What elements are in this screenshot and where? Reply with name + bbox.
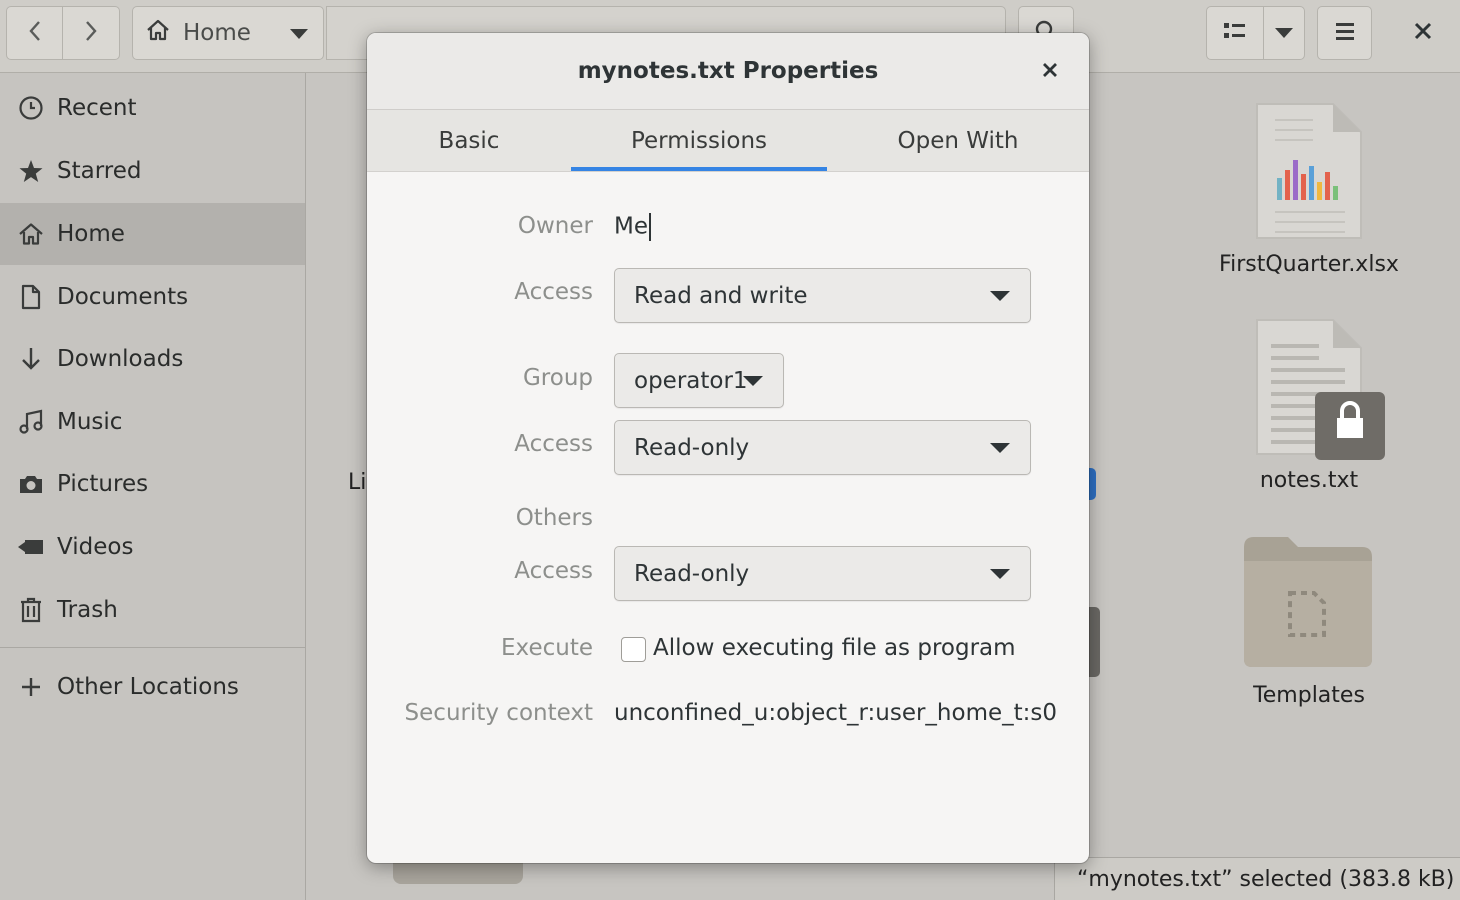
security-context-label: Security context [404, 700, 593, 726]
document-icon [16, 284, 46, 310]
properties-dialog: mynotes.txt Properties Basic Permissions… [367, 33, 1089, 863]
dialog-tabs: Basic Permissions Open With [367, 110, 1089, 172]
chevron-left-icon [26, 19, 44, 47]
window-close-button[interactable] [1398, 10, 1448, 56]
folder-icon-edge [393, 860, 523, 884]
main-menu-button[interactable] [1317, 6, 1372, 60]
sidebar-item-home[interactable]: Home [0, 203, 305, 265]
sidebar-item-music[interactable]: Music [0, 391, 305, 453]
sidebar-separator [0, 647, 305, 648]
locked-text-file-icon [1253, 316, 1387, 468]
view-list-button[interactable] [1206, 6, 1264, 60]
others-access-dropdown[interactable]: Read-only [614, 546, 1031, 601]
view-options-button[interactable] [1263, 6, 1305, 60]
chevron-right-icon [82, 19, 100, 47]
dialog-titlebar: mynotes.txt Properties [367, 33, 1089, 110]
sidebar-item-label: Videos [57, 534, 134, 560]
owner-value-text: Me [614, 213, 648, 240]
file-item-notes[interactable]: notes.txt [1208, 316, 1410, 506]
sidebar-item-other-locations[interactable]: Other Locations [0, 656, 305, 718]
others-label: Others [515, 505, 593, 531]
group-value: operator1 [634, 367, 748, 394]
file-name: notes.txt [1259, 468, 1359, 493]
sidebar-item-label: Trash [57, 597, 118, 623]
sidebar-item-trash[interactable]: Trash [0, 579, 305, 641]
music-note-icon [16, 409, 46, 435]
sidebar: Recent Starred Home Documents Downloads … [0, 73, 306, 900]
sidebar-item-label: Other Locations [57, 674, 239, 700]
plus-icon [16, 676, 46, 698]
sidebar-item-label: Starred [57, 158, 142, 184]
file-item-firstquarter[interactable]: FirstQuarter.xlsx [1208, 100, 1410, 290]
dropdown-arrow-icon [990, 291, 1010, 301]
security-context-value: unconfined_u:object_r:user_home_t:s0 [614, 700, 1058, 726]
dialog-close-button[interactable] [1035, 56, 1065, 86]
dialog-title: mynotes.txt Properties [577, 58, 879, 84]
dropdown-arrow-icon [990, 443, 1010, 453]
owner-label: Owner [517, 213, 593, 239]
sidebar-item-label: Downloads [57, 346, 184, 372]
sidebar-item-documents[interactable]: Documents [0, 266, 305, 328]
tab-permissions[interactable]: Permissions [571, 110, 827, 171]
execute-label: Execute [501, 635, 593, 661]
hamburger-menu-icon [1335, 21, 1355, 45]
execute-checkbox[interactable] [621, 637, 646, 662]
dropdown-arrow-icon [990, 569, 1010, 579]
path-home-button[interactable]: Home [132, 6, 324, 60]
home-icon [145, 18, 171, 48]
templates-folder-icon [1242, 535, 1376, 677]
back-button[interactable] [6, 6, 63, 60]
owner-access-label: Access [514, 279, 593, 305]
path-label: Home [183, 20, 251, 46]
list-view-icon [1223, 21, 1247, 45]
trash-icon [16, 597, 46, 623]
sidebar-item-videos[interactable]: Videos [0, 516, 305, 578]
status-bar: “mynotes.txt” selected (383.8 kB) [1054, 857, 1460, 900]
video-camera-icon [16, 537, 46, 557]
sidebar-item-downloads[interactable]: Downloads [0, 328, 305, 390]
forward-button[interactable] [62, 6, 120, 60]
file-icon-edge [1088, 607, 1100, 677]
chevron-down-icon [1274, 24, 1294, 43]
group-label: Group [522, 365, 593, 391]
group-access-dropdown[interactable]: Read-only [614, 420, 1031, 475]
group-access-value: Read-only [634, 434, 750, 461]
sidebar-item-label: Home [57, 221, 125, 247]
chevron-down-icon [289, 20, 309, 46]
group-dropdown[interactable]: operator1 [614, 353, 784, 408]
sidebar-item-recent[interactable]: Recent [0, 77, 305, 139]
sidebar-item-pictures[interactable]: Pictures [0, 453, 305, 515]
clock-icon [16, 95, 46, 121]
sidebar-item-label: Music [57, 409, 123, 435]
owner-access-value: Read and write [634, 282, 808, 309]
home-icon [16, 222, 46, 246]
close-icon [1042, 58, 1058, 84]
close-icon [1414, 22, 1432, 44]
file-name: FirstQuarter.xlsx [1219, 252, 1399, 277]
sidebar-item-label: Documents [57, 284, 189, 310]
execute-checkbox-label[interactable]: Allow executing file as program [653, 635, 1016, 661]
text-cursor [649, 213, 651, 241]
camera-icon [16, 472, 46, 496]
tab-open-with[interactable]: Open With [827, 110, 1089, 171]
sidebar-item-label: Recent [57, 95, 137, 121]
sidebar-item-label: Pictures [57, 471, 149, 497]
file-name: Templates [1253, 683, 1365, 708]
spreadsheet-file-icon [1253, 100, 1365, 248]
others-access-value: Read-only [634, 560, 750, 587]
partial-file-label: Li [348, 470, 367, 495]
dropdown-arrow-icon [743, 376, 763, 386]
star-icon [16, 158, 46, 184]
file-item-templates[interactable]: Templates [1208, 535, 1410, 725]
tab-basic[interactable]: Basic [367, 110, 571, 171]
sidebar-item-starred[interactable]: Starred [0, 140, 305, 202]
owner-access-dropdown[interactable]: Read and write [614, 268, 1031, 323]
group-access-label: Access [514, 431, 593, 457]
others-access-label: Access [514, 558, 593, 584]
download-arrow-icon [16, 346, 46, 372]
owner-value: Me [614, 213, 651, 241]
